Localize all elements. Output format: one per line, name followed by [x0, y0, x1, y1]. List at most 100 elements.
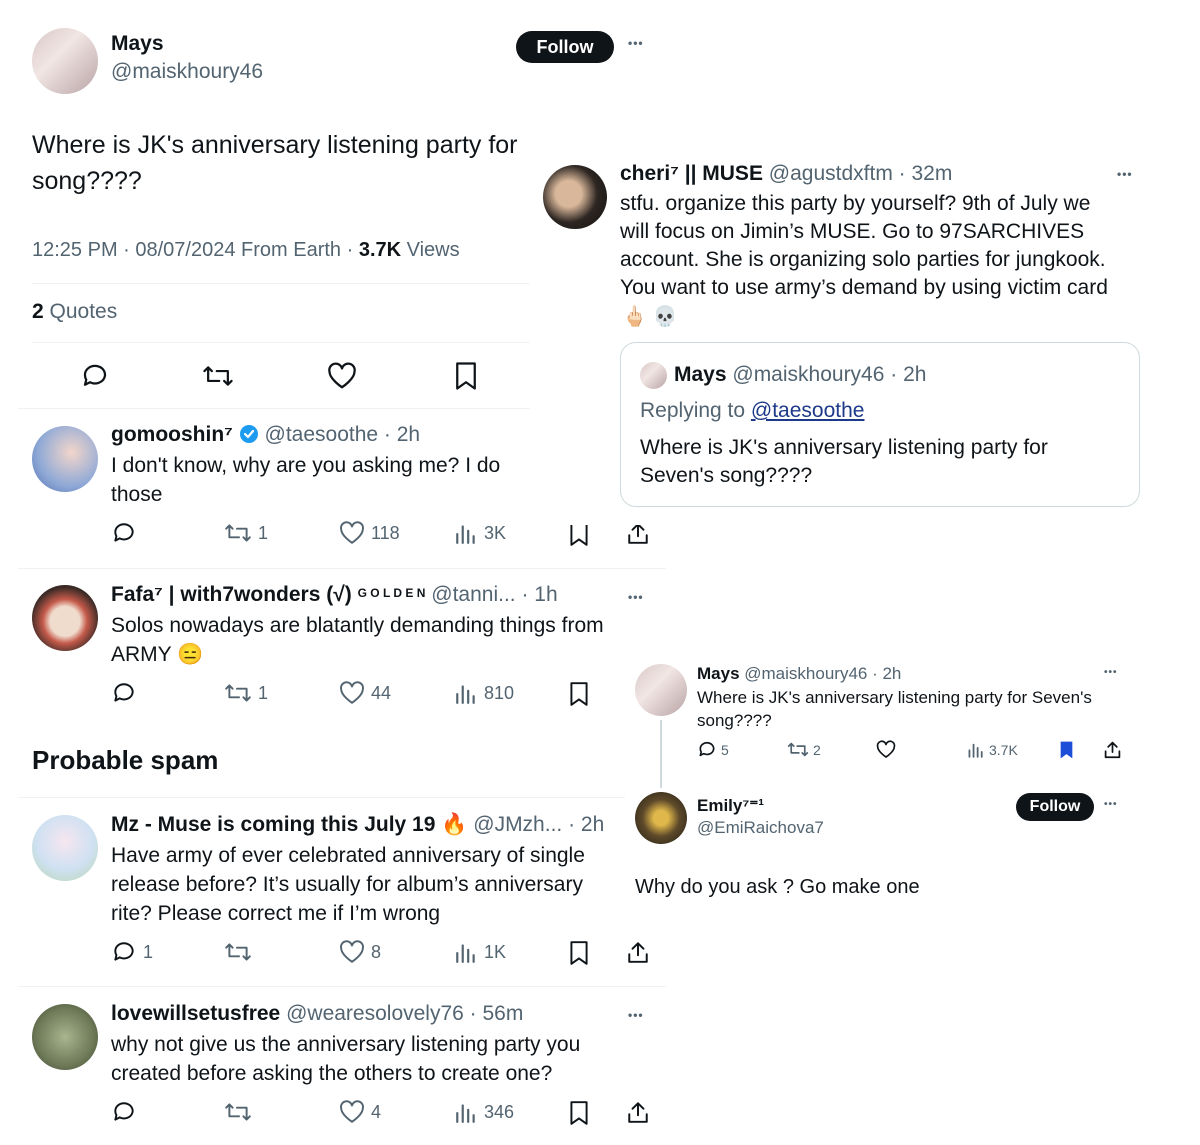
avatar[interactable] [543, 165, 607, 229]
like-button[interactable]: 4 [339, 1100, 381, 1124]
retweet-button[interactable] [224, 1100, 252, 1124]
follow-button[interactable]: Follow [1016, 793, 1094, 821]
bookmark-button[interactable] [568, 681, 590, 707]
like-button[interactable]: 118 [339, 521, 400, 545]
author-handle[interactable]: @EmiRaichova7 [697, 818, 824, 838]
bookmark-icon [570, 1101, 588, 1125]
author-name[interactable]: Mays [697, 664, 740, 683]
section-heading: Probable spam [32, 745, 219, 775]
author-name[interactable]: Mays [111, 32, 164, 56]
like-button[interactable] [327, 362, 357, 390]
bookmark-button[interactable] [453, 361, 479, 391]
retweet-button[interactable]: 2 [787, 740, 821, 759]
views-count: 3K [484, 522, 507, 543]
heart-icon [340, 940, 364, 963]
divider [32, 342, 532, 343]
like-button[interactable]: 8 [339, 940, 381, 964]
avatar[interactable] [32, 1004, 98, 1070]
author-handle[interactable]: @taesoothe · 2h [265, 423, 421, 446]
like-button[interactable] [876, 740, 896, 759]
author-handle[interactable]: @agustdxftm · 32m [769, 162, 953, 185]
reply-text-line2: created before asking the others to crea… [111, 1062, 553, 1085]
golden-badge-text: G O L D E N [357, 586, 426, 600]
more-icon[interactable]: ••• [628, 36, 644, 50]
author-name: Mays [674, 363, 727, 386]
replying-prefix: Replying to [640, 399, 751, 422]
reply-text-line3: rite? Please correct me if I’m wrong [111, 902, 441, 925]
author-name[interactable]: lovewillsetusfree [111, 1002, 280, 1025]
avatar [640, 362, 667, 389]
avatar[interactable] [32, 585, 98, 651]
more-icon[interactable]: ••• [628, 590, 644, 604]
reply-header: gomooshin⁷ @taesoothe · 2h [111, 423, 420, 447]
reply-button[interactable]: 5 [697, 740, 729, 759]
views-button[interactable]: 3.7K [967, 740, 1018, 759]
reply-button[interactable] [80, 362, 110, 390]
expressionless-face-icon: 😑 [177, 643, 204, 666]
divider [18, 986, 666, 987]
retweet-icon [225, 1103, 251, 1121]
like-count: 4 [371, 1101, 382, 1122]
retweet-count: 1 [258, 682, 269, 703]
more-icon[interactable]: ••• [628, 1008, 644, 1022]
author-name[interactable]: Emily⁷⁼¹ [697, 796, 764, 816]
like-count: 8 [371, 941, 382, 962]
reply-button[interactable]: 1 [111, 940, 153, 964]
retweet-button[interactable] [224, 940, 252, 964]
bookmark-button[interactable] [1058, 740, 1075, 760]
retweet-button[interactable]: 1 [224, 521, 268, 545]
author-handle[interactable]: @maiskhoury46 · 2h [744, 664, 901, 683]
author-name[interactable]: Fafa⁷ | with7wonders (√) [111, 583, 352, 606]
reply-button[interactable] [111, 521, 137, 545]
analytics-icon [456, 1104, 475, 1123]
avatar[interactable] [32, 815, 98, 881]
cheri-header: cheri⁷ || MUSE @agustdxftm · 32m [620, 162, 952, 186]
more-icon[interactable]: ••• [1104, 667, 1118, 678]
like-button[interactable]: 44 [339, 681, 391, 705]
author-name[interactable]: gomooshin⁷ [111, 423, 233, 446]
share-button[interactable] [626, 940, 650, 964]
tweet-text-line1: Where is JK's anniversary listening part… [32, 131, 518, 159]
more-icon[interactable]: ••• [1104, 799, 1118, 810]
tweet-text-line2: song???? [32, 167, 142, 195]
views-count: 1K [484, 941, 507, 962]
heart-icon [340, 1100, 364, 1123]
views-button[interactable]: 346 [454, 1100, 514, 1124]
replying-to-link[interactable]: @taesoothe [751, 399, 865, 422]
author-name[interactable]: Mz - Muse is coming this July 19 [111, 813, 435, 836]
retweet-count: 1 [258, 522, 269, 543]
analytics-icon [456, 685, 475, 704]
author-handle[interactable]: @maiskhoury46 [111, 60, 263, 84]
share-icon [1104, 741, 1121, 759]
tweet-timestamp[interactable]: 12:25 PM · 08/07/2024 From Earth · [32, 239, 359, 261]
avatar[interactable] [32, 28, 98, 94]
reply-header: Fafa⁷ | with7wonders (√) G O L D E N @ta… [111, 583, 558, 607]
bookmark-icon [456, 362, 476, 390]
views-button[interactable]: 3K [454, 521, 506, 545]
author-handle[interactable]: @JMzh... · 2h [473, 813, 604, 836]
reply-button[interactable] [111, 681, 137, 705]
bookmark-button[interactable] [568, 940, 590, 966]
avatar[interactable] [635, 664, 687, 716]
share-button[interactable] [626, 1100, 650, 1124]
retweet-button[interactable]: 1 [224, 681, 268, 705]
bookmark-button[interactable] [568, 1100, 590, 1126]
quoted-header: Mays @maiskhoury46 · 2h [674, 363, 926, 387]
share-button[interactable] [1103, 740, 1122, 759]
author-handle[interactable]: @tanni... · 1h [431, 583, 557, 606]
author-handle: @maiskhoury46 · 2h [732, 363, 927, 386]
more-icon[interactable]: ••• [1117, 167, 1133, 181]
quotes-link[interactable]: 2 Quotes [32, 300, 117, 324]
avatar[interactable] [32, 426, 98, 492]
author-handle[interactable]: @wearesolovely76 · 56m [286, 1002, 523, 1025]
follow-button[interactable]: Follow [516, 31, 614, 63]
avatar[interactable] [635, 792, 687, 844]
bookmark-icon [570, 941, 588, 965]
retweet-button[interactable] [202, 362, 234, 390]
views-count: 3.7K [989, 741, 1018, 758]
reply-button[interactable] [111, 1100, 137, 1124]
author-name[interactable]: cheri⁷ || MUSE [620, 162, 763, 185]
views-button[interactable]: 810 [454, 681, 514, 705]
reply-icon [114, 1102, 134, 1121]
views-button[interactable]: 1K [454, 940, 506, 964]
